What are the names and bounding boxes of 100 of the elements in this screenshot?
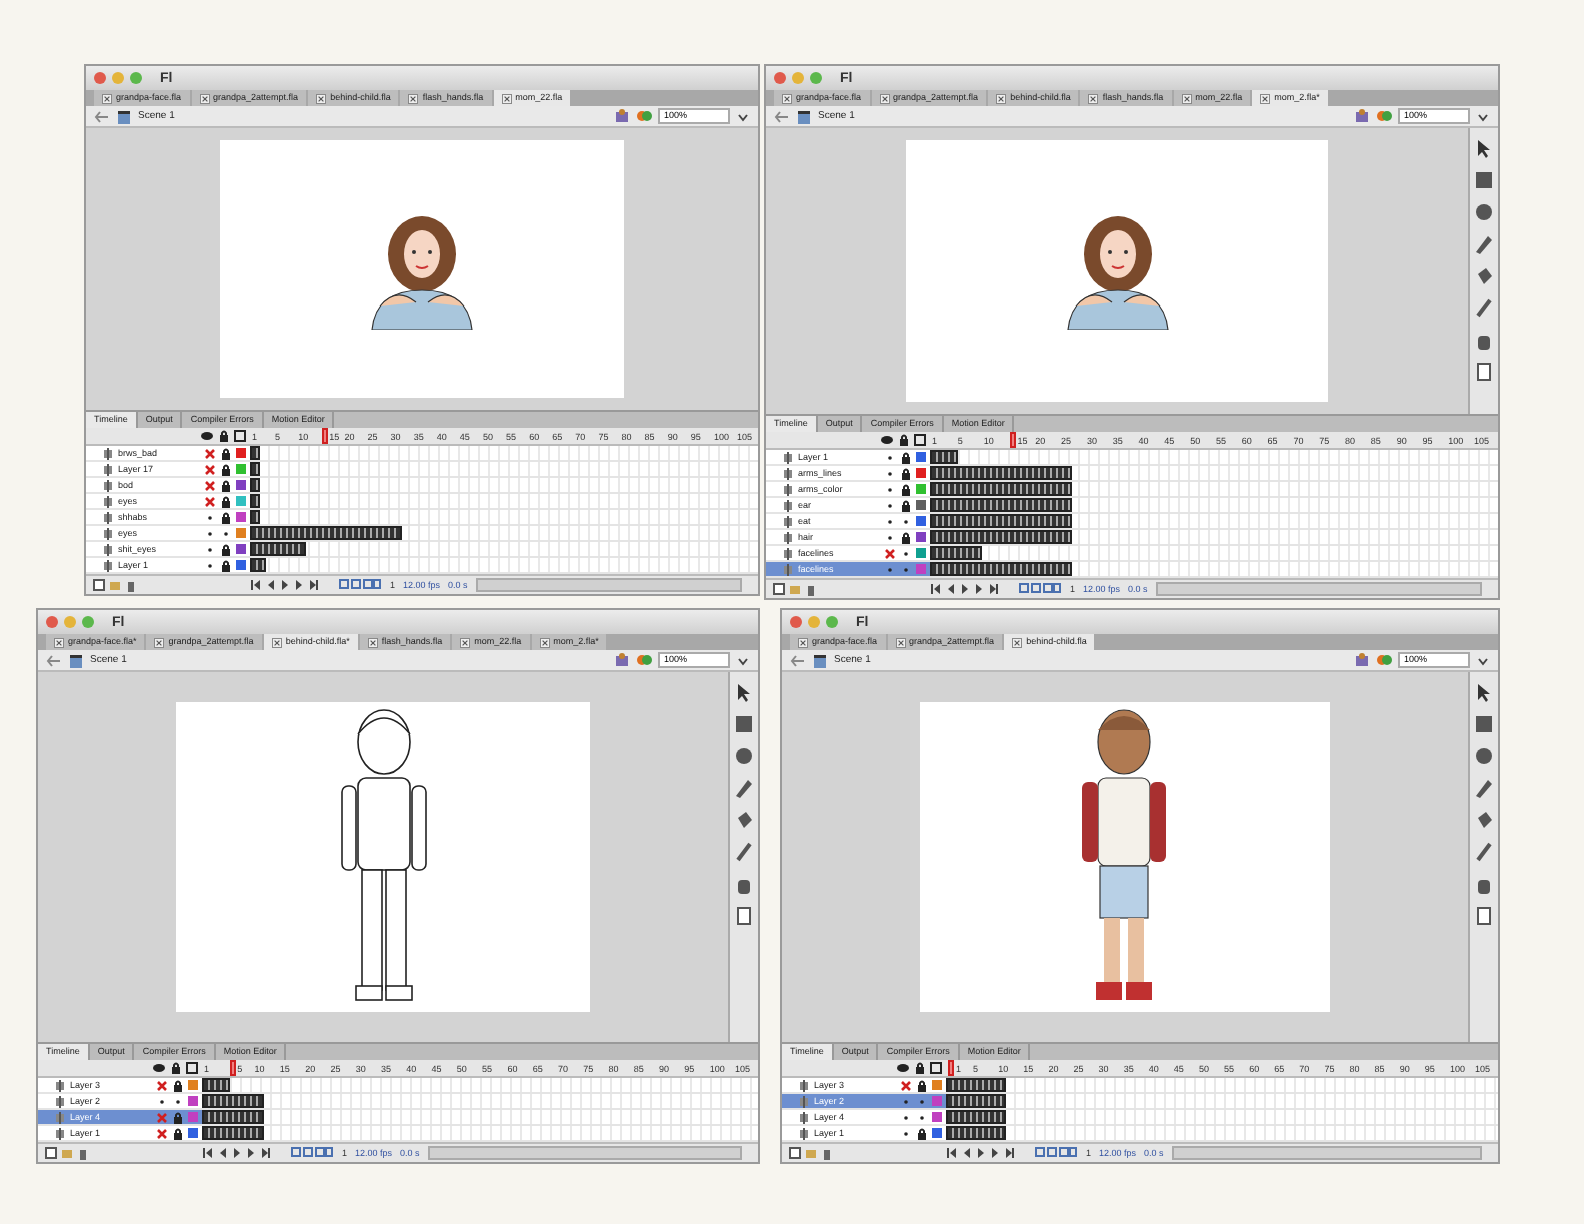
edit-scene-icon[interactable] xyxy=(1376,108,1392,124)
layer-color-swatch[interactable] xyxy=(236,544,246,554)
frame-span[interactable] xyxy=(930,530,1072,544)
close-icon[interactable] xyxy=(316,93,327,103)
frame-span[interactable] xyxy=(202,1126,264,1140)
close-icon[interactable] xyxy=(1088,93,1099,103)
frame-span[interactable] xyxy=(202,1094,264,1108)
close-icon[interactable] xyxy=(54,637,64,647)
layer-color-swatch[interactable] xyxy=(932,1096,942,1106)
frame-span[interactable] xyxy=(946,1110,1007,1124)
layer-color-swatch[interactable] xyxy=(236,512,246,522)
circle-icon[interactable] xyxy=(1472,744,1496,768)
frame-span[interactable] xyxy=(250,542,306,556)
close-icon[interactable] xyxy=(1012,637,1023,647)
new-layer-icon[interactable] xyxy=(788,1146,802,1160)
close-icon[interactable] xyxy=(271,637,282,647)
new-layer-icon[interactable] xyxy=(772,582,786,596)
close-button[interactable] xyxy=(94,72,106,84)
close-button[interactable] xyxy=(790,616,802,628)
close-button[interactable] xyxy=(774,72,786,84)
layer-color-swatch[interactable] xyxy=(188,1112,198,1122)
square-icon[interactable] xyxy=(732,712,756,736)
pen-icon[interactable] xyxy=(732,776,756,800)
frame-span[interactable] xyxy=(250,462,261,476)
close-icon[interactable] xyxy=(501,93,512,103)
trash-icon[interactable] xyxy=(76,1146,90,1160)
dropdown-icon[interactable] xyxy=(1476,653,1490,667)
close-icon[interactable] xyxy=(367,637,378,647)
edit-symbols-icon[interactable] xyxy=(1354,108,1370,124)
edit-symbols-icon[interactable] xyxy=(614,652,630,668)
layer-color-swatch[interactable] xyxy=(916,564,926,574)
layer-color-swatch[interactable] xyxy=(188,1128,198,1138)
edit-symbols-icon[interactable] xyxy=(614,108,630,124)
close-icon[interactable] xyxy=(1260,93,1271,103)
back-arrow-icon[interactable] xyxy=(774,109,790,123)
square-icon[interactable] xyxy=(1472,168,1496,192)
trash-icon[interactable] xyxy=(804,582,818,596)
frame-span[interactable] xyxy=(250,446,261,460)
frame-span[interactable] xyxy=(930,498,1072,512)
close-icon[interactable] xyxy=(782,93,792,103)
onion-skin-icons[interactable] xyxy=(338,578,382,592)
close-icon[interactable] xyxy=(895,637,906,647)
playhead[interactable] xyxy=(321,428,328,444)
close-icon[interactable] xyxy=(798,637,808,647)
horizontal-scrollbar[interactable] xyxy=(475,578,742,592)
frame-span[interactable] xyxy=(930,482,1072,496)
close-icon[interactable] xyxy=(199,93,210,103)
new-layer-icon[interactable] xyxy=(44,1146,58,1160)
circle-icon[interactable] xyxy=(1472,200,1496,224)
dropdown-icon[interactable] xyxy=(1476,109,1490,123)
close-icon[interactable] xyxy=(1181,93,1192,103)
playhead[interactable] xyxy=(1009,432,1016,448)
horizontal-scrollbar[interactable] xyxy=(427,1146,742,1160)
onion-skin-icons[interactable] xyxy=(1018,582,1062,596)
frame-span[interactable] xyxy=(930,466,1072,480)
layer-color-swatch[interactable] xyxy=(916,516,926,526)
pen-icon[interactable] xyxy=(1472,776,1496,800)
frame-span[interactable] xyxy=(930,546,982,560)
layer-color-swatch[interactable] xyxy=(916,484,926,494)
horizontal-scrollbar[interactable] xyxy=(1155,582,1482,596)
frame-span[interactable] xyxy=(202,1078,230,1092)
edit-scene-icon[interactable] xyxy=(1376,652,1392,668)
layer-color-swatch[interactable] xyxy=(916,548,926,558)
frame-span[interactable] xyxy=(946,1094,1007,1108)
layer-color-swatch[interactable] xyxy=(236,528,246,538)
layer-color-swatch[interactable] xyxy=(916,532,926,542)
back-arrow-icon[interactable] xyxy=(46,653,62,667)
layer-color-swatch[interactable] xyxy=(236,448,246,458)
layer-color-swatch[interactable] xyxy=(188,1096,198,1106)
frame-span[interactable] xyxy=(250,478,261,492)
square-icon[interactable] xyxy=(1472,712,1496,736)
layer-color-swatch[interactable] xyxy=(932,1128,942,1138)
layer-color-swatch[interactable] xyxy=(188,1080,198,1090)
layer-color-swatch[interactable] xyxy=(932,1080,942,1090)
playhead[interactable] xyxy=(229,1060,236,1076)
back-arrow-icon[interactable] xyxy=(94,109,110,123)
pen-icon[interactable] xyxy=(1472,232,1496,256)
frame-span[interactable] xyxy=(250,558,266,572)
layer-color-swatch[interactable] xyxy=(236,496,246,506)
horizontal-scrollbar[interactable] xyxy=(1171,1146,1482,1160)
frame-span[interactable] xyxy=(250,494,261,508)
close-icon[interactable] xyxy=(154,637,165,647)
close-icon[interactable] xyxy=(460,637,471,647)
frame-span[interactable] xyxy=(930,450,959,464)
frame-span[interactable] xyxy=(930,562,1072,576)
frame-span[interactable] xyxy=(946,1078,1007,1092)
trash-icon[interactable] xyxy=(124,578,138,592)
layer-color-swatch[interactable] xyxy=(916,500,926,510)
frame-span[interactable] xyxy=(202,1110,264,1124)
back-arrow-icon[interactable] xyxy=(790,653,806,667)
close-icon[interactable] xyxy=(539,637,550,647)
dropdown-icon[interactable] xyxy=(736,653,750,667)
onion-skin-icons[interactable] xyxy=(1034,1146,1078,1160)
close-button[interactable] xyxy=(46,616,58,628)
circle-icon[interactable] xyxy=(732,744,756,768)
layer-color-swatch[interactable] xyxy=(916,452,926,462)
new-layer-icon[interactable] xyxy=(92,578,106,592)
close-icon[interactable] xyxy=(102,93,112,103)
onion-skin-icons[interactable] xyxy=(290,1146,334,1160)
dropdown-icon[interactable] xyxy=(736,109,750,123)
